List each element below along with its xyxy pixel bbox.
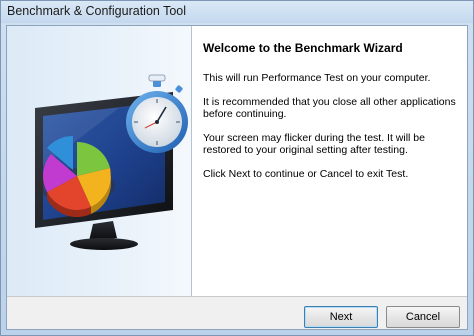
next-button[interactable]: Next	[304, 306, 378, 328]
instruction-text: Click Next to continue or Cancel to exit…	[203, 167, 409, 180]
panel-divider	[191, 26, 192, 296]
illustration-panel	[7, 26, 191, 296]
wizard-body: Welcome to the Benchmark Wizard This wil…	[6, 25, 468, 330]
close-apps-text: It is recommended that you close all oth…	[203, 95, 456, 121]
wizard-heading: Welcome to the Benchmark Wizard	[203, 41, 403, 55]
wizard-content: Welcome to the Benchmark Wizard This wil…	[203, 41, 465, 191]
cancel-button[interactable]: Cancel	[386, 306, 460, 328]
benchmark-illustration	[35, 74, 188, 250]
flicker-warning-text: Your screen may flicker during the test.…	[203, 131, 425, 157]
title-bar[interactable]: Benchmark & Configuration Tool	[1, 1, 473, 23]
intro-text: This will run Performance Test on your c…	[203, 72, 431, 84]
wizard-window: Benchmark & Configuration Tool Welcome t…	[0, 0, 474, 336]
window-title: Benchmark & Configuration Tool	[7, 4, 187, 18]
button-bar: Next Cancel	[7, 296, 467, 329]
stopwatch-icon	[126, 74, 188, 153]
